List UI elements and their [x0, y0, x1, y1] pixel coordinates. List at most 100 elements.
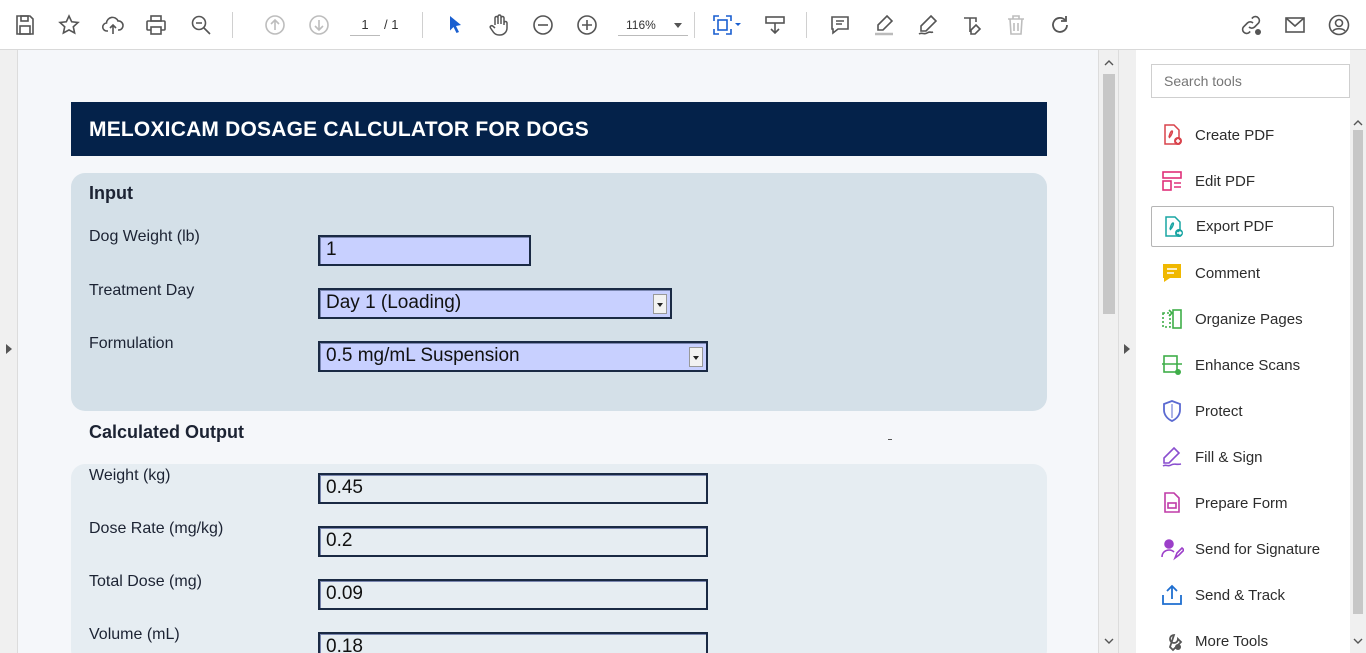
- zoom-select[interactable]: 116%: [618, 14, 688, 36]
- tool-label: Protect: [1195, 402, 1243, 420]
- weight-kg-label: Weight (kg): [89, 467, 171, 484]
- tool-enhance-scans[interactable]: Enhance Scans: [1151, 345, 1334, 385]
- zoom-value: 116%: [626, 18, 656, 32]
- tool-send-for-signature[interactable]: Send for Signature: [1151, 529, 1334, 569]
- main-toolbar: 1 / 1 116%: [0, 0, 1366, 50]
- fill-sign-icon: [1159, 444, 1185, 470]
- rotate-icon[interactable]: [1045, 10, 1075, 40]
- formulation-value: 0.5 mg/mL Suspension: [326, 345, 520, 366]
- highlight-icon[interactable]: [869, 10, 899, 40]
- volume-label: Volume (mL): [89, 626, 180, 643]
- enhance-scans-icon: [1159, 352, 1185, 378]
- send-signature-icon: [1159, 536, 1185, 562]
- scroll-up-icon[interactable]: [1353, 118, 1363, 128]
- chevron-down-icon: [674, 23, 682, 28]
- tools-pane: Create PDF Edit PDF Export PDF Comment O…: [1136, 50, 1350, 653]
- fit-page-icon[interactable]: [706, 10, 746, 40]
- email-icon[interactable]: [1280, 10, 1310, 40]
- tool-label: Create PDF: [1195, 126, 1275, 144]
- dog-weight-field[interactable]: 1: [318, 235, 531, 266]
- page-down-icon[interactable]: [304, 10, 334, 40]
- page-number-input[interactable]: 1: [350, 14, 380, 36]
- prepare-form-icon: [1159, 490, 1185, 516]
- edit-pdf-icon: [1159, 168, 1185, 194]
- scrollbar-thumb[interactable]: [1353, 130, 1363, 614]
- tool-label: Export PDF: [1196, 218, 1274, 235]
- dose-rate-label: Dose Rate (mg/kg): [89, 520, 224, 537]
- volume-field[interactable]: 0.18: [318, 632, 708, 653]
- save-icon[interactable]: [10, 10, 40, 40]
- input-heading: Input: [89, 183, 133, 203]
- comment-tool-icon: [1159, 260, 1185, 286]
- delete-icon[interactable]: [1001, 10, 1031, 40]
- tool-send-track[interactable]: Send & Track: [1151, 575, 1334, 615]
- shield-icon: [1159, 398, 1185, 424]
- dog-weight-label: Dog Weight (lb): [89, 228, 200, 245]
- dose-rate-field[interactable]: 0.2: [318, 526, 708, 557]
- print-icon[interactable]: [141, 10, 171, 40]
- document-viewport: MELOXICAM DOSAGE CALCULATOR FOR DOGS Inp…: [18, 50, 1098, 653]
- search-tools-input[interactable]: [1151, 64, 1350, 98]
- tool-create-pdf[interactable]: Create PDF: [1151, 115, 1334, 155]
- page-total-label: / 1: [384, 17, 399, 32]
- export-pdf-icon: [1160, 214, 1186, 240]
- sign-pen-icon[interactable]: [913, 10, 943, 40]
- more-tools-icon: [1159, 628, 1185, 653]
- formulation-select[interactable]: 0.5 mg/mL Suspension: [318, 341, 708, 372]
- treatment-day-value: Day 1 (Loading): [326, 292, 462, 313]
- upload-cloud-icon[interactable]: [98, 10, 128, 40]
- treatment-day-label: Treatment Day: [89, 282, 195, 299]
- tool-label: Fill & Sign: [1195, 448, 1263, 466]
- zoom-in-icon[interactable]: [572, 10, 602, 40]
- select-cursor-icon[interactable]: [440, 10, 470, 40]
- tool-label: Send for Signature: [1195, 540, 1321, 558]
- bookmark-star-icon[interactable]: [54, 10, 84, 40]
- weight-kg-field[interactable]: 0.45: [318, 473, 708, 504]
- tool-more-tools[interactable]: More Tools: [1151, 621, 1334, 653]
- pdf-page: MELOXICAM DOSAGE CALCULATOR FOR DOGS Inp…: [18, 50, 1098, 653]
- document-title: MELOXICAM DOSAGE CALCULATOR FOR DOGS: [89, 118, 589, 141]
- scrollbar-thumb[interactable]: [1103, 74, 1115, 314]
- search-zoom-icon[interactable]: [186, 10, 216, 40]
- tool-edit-pdf[interactable]: Edit PDF: [1151, 161, 1334, 201]
- hand-icon[interactable]: [484, 10, 514, 40]
- account-icon[interactable]: [1324, 10, 1354, 40]
- page-up-icon[interactable]: [260, 10, 290, 40]
- page-mark: [888, 439, 892, 440]
- tool-label: More Tools: [1195, 632, 1269, 650]
- tool-label: Edit PDF: [1195, 172, 1256, 190]
- tool-label: Organize Pages: [1195, 310, 1303, 328]
- document-scrollbar[interactable]: [1098, 50, 1118, 653]
- treatment-day-select[interactable]: Day 1 (Loading): [318, 288, 672, 319]
- tool-protect[interactable]: Protect: [1151, 391, 1334, 431]
- scroll-down-icon[interactable]: [1104, 636, 1114, 646]
- tool-organize-pages[interactable]: Organize Pages: [1151, 299, 1334, 339]
- expand-right-icon: [6, 344, 12, 354]
- scroll-up-icon[interactable]: [1104, 58, 1114, 68]
- comment-icon[interactable]: [825, 10, 855, 40]
- tool-fill-sign[interactable]: Fill & Sign: [1151, 437, 1334, 477]
- tool-label: Enhance Scans: [1195, 356, 1301, 374]
- zoom-out-icon[interactable]: [528, 10, 558, 40]
- tool-label: Prepare Form: [1195, 494, 1288, 512]
- total-dose-label: Total Dose (mg): [89, 573, 202, 590]
- tool-label: Send & Track: [1195, 586, 1286, 604]
- edit-text-icon[interactable]: [957, 10, 987, 40]
- send-track-icon: [1159, 582, 1185, 608]
- total-dose-field[interactable]: 0.09: [318, 579, 708, 610]
- left-panel-toggle[interactable]: [0, 50, 18, 653]
- output-heading: Calculated Output: [89, 422, 245, 442]
- tool-prepare-form[interactable]: Prepare Form: [1151, 483, 1334, 523]
- tool-comment[interactable]: Comment: [1151, 253, 1334, 293]
- tools-scrollbar[interactable]: [1350, 50, 1366, 653]
- tools-pane-toggle[interactable]: [1118, 50, 1136, 653]
- scroll-mode-icon[interactable]: [760, 10, 790, 40]
- dropdown-arrow-icon[interactable]: [689, 347, 703, 367]
- organize-pages-icon: [1159, 306, 1185, 332]
- scroll-down-icon[interactable]: [1353, 636, 1363, 646]
- dropdown-arrow-icon[interactable]: [653, 294, 667, 314]
- share-link-icon[interactable]: [1236, 10, 1266, 40]
- collapse-right-icon: [1124, 344, 1130, 354]
- tool-export-pdf[interactable]: Export PDF: [1151, 206, 1334, 247]
- formulation-label: Formulation: [89, 335, 174, 352]
